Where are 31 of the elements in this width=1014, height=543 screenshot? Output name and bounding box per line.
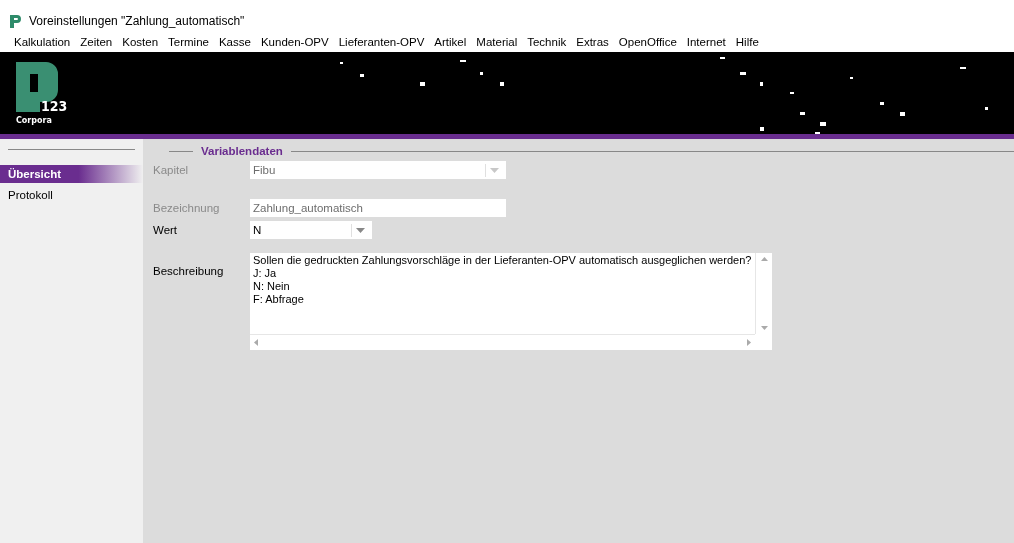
section-title: Variablendaten [201, 145, 283, 157]
sidebar-item[interactable]: Übersicht [0, 165, 143, 183]
menu-item[interactable]: Kasse [213, 36, 256, 48]
field-label: Bezeichnung [153, 201, 221, 214]
menu-item[interactable]: Kosten [117, 36, 164, 48]
window-title: Voreinstellungen "Zahlung_automatisch" [29, 13, 245, 28]
sidebar-item[interactable]: Protokoll [0, 186, 143, 204]
field-label: Kapitel [153, 163, 190, 176]
scroll-down-icon[interactable] [760, 326, 768, 330]
menu-item[interactable]: Kunden-OPV [255, 36, 334, 48]
logo-number: 123 [41, 98, 68, 114]
menu-item[interactable]: Lieferanten-OPV [333, 36, 430, 48]
field-label: Beschreibung [153, 264, 225, 277]
menu-item[interactable]: OpenOffice [613, 36, 682, 48]
field-label: Wert [153, 223, 179, 236]
app-icon [10, 14, 21, 28]
dropdown-field[interactable]: N [250, 221, 372, 239]
menu-item[interactable]: Extras [571, 36, 614, 48]
scroll-left-icon[interactable] [254, 339, 258, 346]
menu-item[interactable]: Zeiten [75, 36, 118, 48]
menu-item[interactable]: Material [471, 36, 523, 48]
menu-item[interactable]: Termine [163, 36, 214, 48]
menu-item[interactable]: Kalkulation [9, 36, 76, 48]
menu-item[interactable]: Hilfe [730, 36, 764, 48]
scroll-up-icon[interactable] [760, 257, 768, 261]
dropdown-arrow-icon[interactable] [356, 227, 365, 233]
menu-item[interactable]: Internet [681, 36, 731, 48]
scroll-right-icon[interactable] [747, 339, 751, 346]
logo-caption: Corpora [16, 116, 52, 125]
menu-item[interactable]: Artikel [429, 36, 472, 48]
menu-item[interactable]: Technik [522, 36, 572, 48]
